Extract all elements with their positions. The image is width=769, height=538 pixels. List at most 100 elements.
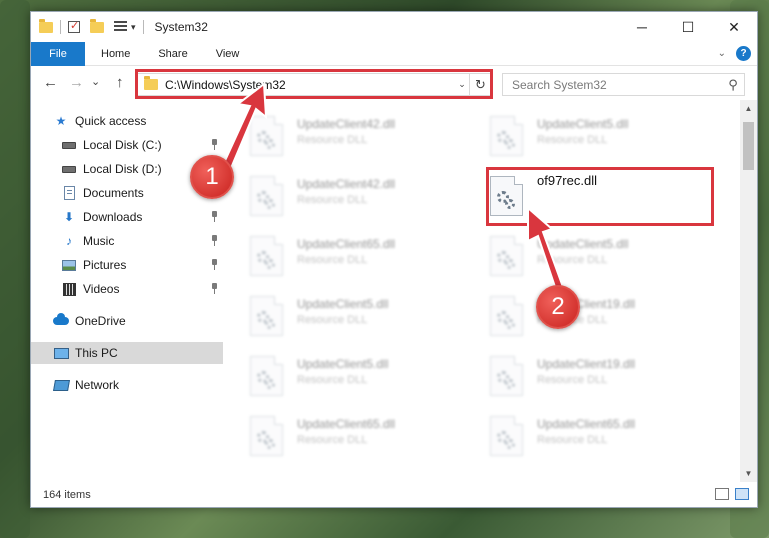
file-item[interactable]: UpdateClient19.dllResource DLL (490, 354, 710, 408)
sidebar-item-label: Downloads (83, 210, 143, 224)
back-button[interactable]: ← (43, 74, 58, 91)
toolbar-separator (60, 20, 61, 34)
window-controls: ─ ☐ ✕ (619, 12, 757, 42)
vertical-scrollbar[interactable]: ▲ ▼ (740, 100, 757, 482)
scroll-up-icon[interactable]: ▲ (740, 104, 757, 113)
background-foliage (0, 0, 30, 538)
pin-icon (210, 259, 219, 270)
sidebar-item-label: Pictures (83, 258, 127, 272)
file-type: Resource DLL (297, 434, 368, 446)
sidebar-item-label: Videos (83, 282, 120, 296)
view-buttons (715, 488, 749, 500)
file-type: Resource DLL (297, 314, 368, 326)
dll-file-icon (490, 356, 523, 396)
search-box[interactable]: Search System32 ⚲ (502, 73, 745, 96)
sidebar-item-this-pc[interactable]: This PC (31, 342, 223, 364)
sidebar-item-downloads[interactable]: ⬇ Downloads (61, 206, 223, 228)
step-2-badge: 2 (536, 285, 580, 329)
properties-list-icon[interactable] (114, 21, 127, 33)
tab-home[interactable]: Home (95, 42, 136, 66)
sidebar-item-label: Local Disk (D:) (83, 162, 162, 176)
tab-share[interactable]: Share (152, 42, 193, 66)
search-icon[interactable]: ⚲ (722, 77, 744, 93)
file-item[interactable]: UpdateClient5.dll Resource DLL (250, 354, 470, 408)
sidebar-item-label: OneDrive (75, 314, 126, 328)
item-count: 164 items (43, 489, 91, 501)
sidebar-item-videos[interactable]: Videos (61, 278, 223, 300)
documents-icon (61, 186, 77, 200)
sidebar-item-quick-access[interactable]: ★ Quick access (53, 110, 223, 132)
file-item[interactable]: UpdateClient19.dllResource DLL (490, 294, 710, 348)
search-input[interactable]: Search System32 (512, 78, 722, 92)
dll-file-icon (250, 416, 283, 456)
download-icon: ⬇ (63, 210, 75, 224)
file-name: UpdateClient5.dll (297, 357, 389, 371)
close-button[interactable]: ✕ (711, 12, 757, 42)
properties-check-icon[interactable] (68, 19, 80, 33)
file-list: UpdateClient42.dll Resource DLL UpdateCli… (236, 100, 737, 482)
minimize-button[interactable]: ─ (619, 12, 665, 42)
ribbon-tabs: File Home Share View ⌄ ? (31, 41, 757, 66)
file-type: Resource DLL (297, 254, 368, 266)
file-item[interactable]: UpdateClient65.dll Resource DLL (250, 414, 470, 468)
drive-icon (61, 162, 77, 176)
ribbon-right: ⌄ ? (718, 46, 751, 61)
file-type: Resource DLL (297, 134, 368, 146)
large-icons-view-icon[interactable] (735, 488, 749, 500)
sidebar-item-label: Local Disk (C:) (83, 138, 162, 152)
dll-file-icon (250, 116, 283, 156)
maximize-button[interactable]: ☐ (665, 12, 711, 42)
star-icon: ★ (55, 114, 67, 128)
sidebar-item-local-disk-c[interactable]: Local Disk (C:) (61, 134, 223, 156)
sidebar-item-onedrive[interactable]: OneDrive (53, 310, 223, 332)
sidebar-item-label: This PC (75, 346, 118, 360)
file-name: UpdateClient65.dll (297, 237, 396, 251)
dll-file-icon (250, 236, 283, 276)
sidebar-item-network[interactable]: Network (52, 374, 223, 396)
file-name: UpdateClient42.dll (297, 117, 396, 131)
file-name: UpdateClient5.dll (537, 237, 629, 251)
expand-ribbon-chevron-icon[interactable]: ⌄ (718, 48, 726, 59)
file-type: Resource DLL (537, 434, 608, 446)
file-highlight (486, 167, 714, 226)
file-item[interactable]: UpdateClient5.dll Resource DLL (250, 294, 470, 348)
file-name: UpdateClient5.dll (537, 117, 629, 131)
file-item[interactable]: UpdateClient5.dll Resource DLL (490, 234, 710, 288)
scroll-down-icon[interactable]: ▼ (740, 469, 757, 478)
quick-access-toolbar: ▾ (39, 18, 147, 34)
scrollbar-thumb[interactable] (743, 122, 754, 170)
status-bar: 164 items (31, 483, 757, 507)
tab-file[interactable]: File (31, 41, 85, 66)
tab-view[interactable]: View (210, 42, 246, 66)
up-button[interactable]: ↑ (116, 74, 124, 91)
dll-file-icon (490, 236, 523, 276)
folder-icon[interactable] (39, 18, 53, 33)
onedrive-icon (53, 313, 69, 328)
dll-file-icon (250, 296, 283, 336)
details-view-icon[interactable] (715, 488, 729, 500)
videos-icon (61, 282, 77, 296)
sidebar-item-pictures[interactable]: Pictures (61, 254, 223, 276)
file-item[interactable]: UpdateClient65.dll Resource DLL (250, 234, 470, 288)
file-name: UpdateClient42.dll (297, 177, 396, 191)
dll-file-icon (250, 356, 283, 396)
help-icon[interactable]: ? (736, 46, 751, 61)
this-pc-icon (53, 346, 69, 360)
file-name: UpdateClient65.dll (537, 417, 636, 431)
new-folder-icon[interactable] (90, 18, 104, 33)
forward-button[interactable]: → (69, 74, 84, 91)
file-item[interactable]: UpdateClient65.dll Resource DLL (490, 414, 710, 468)
step-1-badge: 1 (190, 155, 234, 199)
file-name: UpdateClient65.dll (297, 417, 396, 431)
file-item[interactable]: UpdateClient5.dll Resource DLL (490, 114, 710, 168)
pictures-icon (61, 258, 77, 272)
file-item[interactable]: UpdateClient42.dll Resource DLL (250, 174, 470, 228)
file-item[interactable]: UpdateClient42.dll Resource DLL (250, 114, 470, 168)
customize-toolbar-arrow-icon[interactable]: ▾ (131, 22, 136, 33)
toolbar-separator (142, 20, 144, 34)
file-type: Resource DLL (537, 254, 608, 266)
recent-locations-button[interactable]: ⌄ (91, 75, 100, 88)
sidebar-item-music[interactable]: ♪ Music (61, 230, 223, 252)
sidebar-item-label: Music (83, 234, 115, 248)
file-type: Resource DLL (297, 374, 368, 386)
